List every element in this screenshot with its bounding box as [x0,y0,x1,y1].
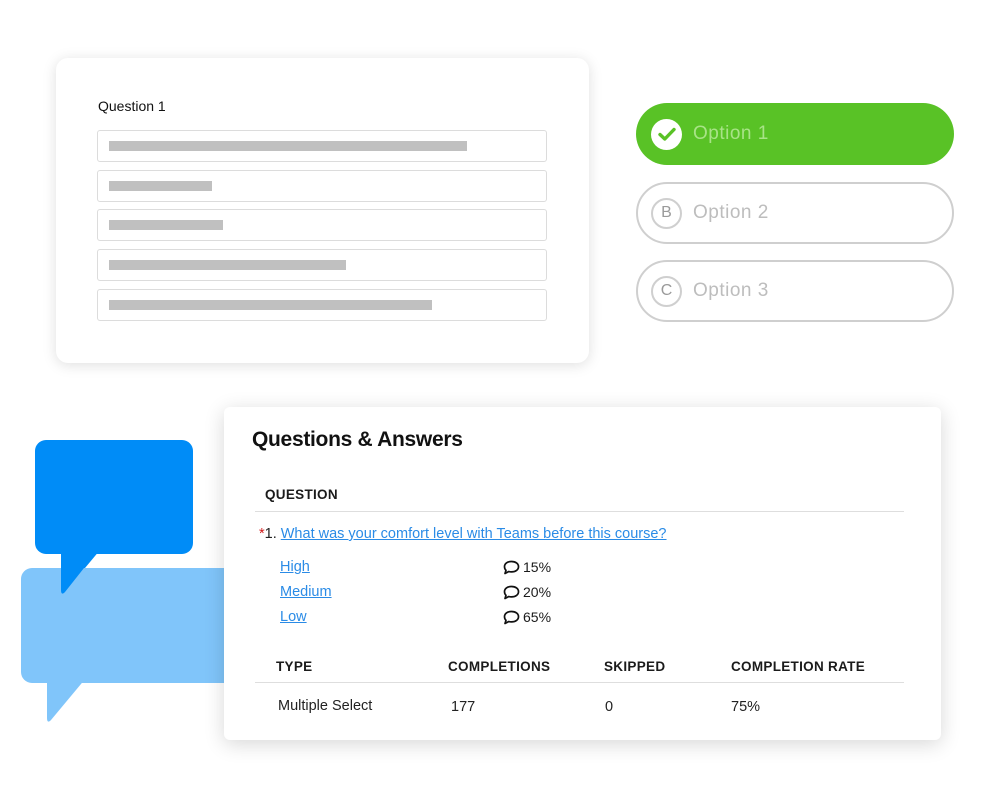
answer-field[interactable] [97,289,547,321]
percent-value: 20% [523,584,552,600]
comment-icon [503,585,520,599]
answer-percent: 65% [503,609,551,625]
chat-bubbles-icon [21,440,243,722]
option-1-selected[interactable]: Option 1 [636,103,954,165]
completion-rate-value: 75% [731,699,761,715]
placeholder-bar [109,181,212,191]
placeholder-bar [109,300,432,310]
divider [255,511,904,512]
option-3[interactable]: C Option 3 [636,260,954,322]
answer-field[interactable] [97,130,547,162]
option-label: Option 1 [693,123,769,144]
answer-field[interactable] [97,249,547,281]
answer-link-high[interactable]: High [280,559,310,575]
chat-bubble-light [21,568,243,722]
placeholder-bar [109,141,467,151]
question-row: *1. What was your comfort level with Team… [259,526,667,542]
letter-b-badge-icon: B [651,197,682,229]
question-title: Question 1 [98,98,166,114]
question-link[interactable]: What was your comfort level with Teams b… [281,526,667,542]
option-label: Option 2 [693,202,769,223]
comment-icon [503,560,520,574]
question-card: Question 1 [56,58,589,363]
percent-value: 65% [523,609,552,625]
option-2[interactable]: B Option 2 [636,182,954,244]
letter-c-badge-icon: C [651,275,682,307]
completions-value: 177 [451,699,476,715]
answer-percent: 20% [503,584,551,600]
percent-value: 15% [523,559,552,575]
answer-link-medium[interactable]: Medium [280,584,332,600]
completion-rate-column-header: COMPLETION RATE [731,659,865,674]
type-column-header: TYPE [276,659,313,674]
answer-link-low[interactable]: Low [280,609,307,625]
comment-icon [503,610,520,624]
skipped-column-header: SKIPPED [604,659,666,674]
answer-percent: 15% [503,559,551,575]
type-value: Multiple Select [278,698,373,714]
answer-field[interactable] [97,170,547,202]
answer-field[interactable] [97,209,547,241]
questions-answers-card: Questions & Answers QUESTION *1. What was… [224,407,941,740]
completions-column-header: COMPLETIONS [448,659,551,674]
placeholder-bar [109,260,346,270]
qa-title: Questions & Answers [252,428,463,451]
question-column-header: QUESTION [265,487,338,502]
check-circle-icon [651,118,682,150]
question-number: 1. [264,526,277,542]
option-label: Option 3 [693,280,769,301]
divider [255,682,904,683]
placeholder-bar [109,220,223,230]
skipped-value: 0 [605,699,614,715]
